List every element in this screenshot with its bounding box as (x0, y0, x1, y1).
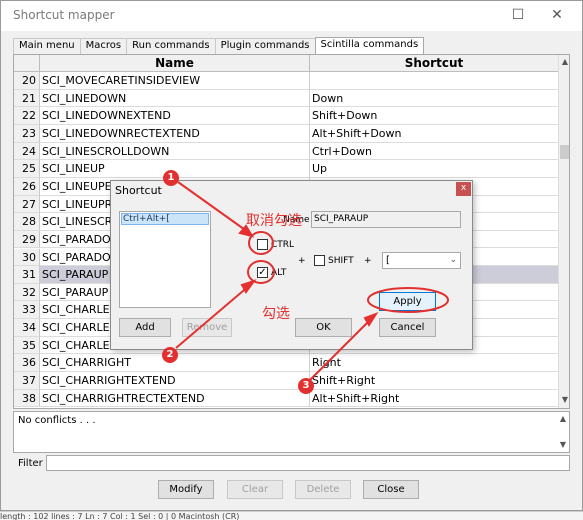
annotation-check-text: 勾选 (262, 306, 290, 322)
alt-highlight-ring (247, 260, 275, 284)
annotation-badge-2: 2 (162, 347, 178, 363)
annotation-overlay (175, 181, 449, 381)
annotation-badge-1: 1 (163, 170, 179, 186)
arrow-2-line (175, 284, 251, 349)
ctrl-highlight-ring (248, 231, 274, 255)
annotation-badge-3: 3 (298, 378, 314, 394)
arrow-3-line (309, 317, 373, 381)
apply-highlight-ring (367, 287, 449, 313)
annotation-uncheck-text: 取消勾选 (246, 213, 302, 229)
arrow-1-line (177, 181, 249, 233)
